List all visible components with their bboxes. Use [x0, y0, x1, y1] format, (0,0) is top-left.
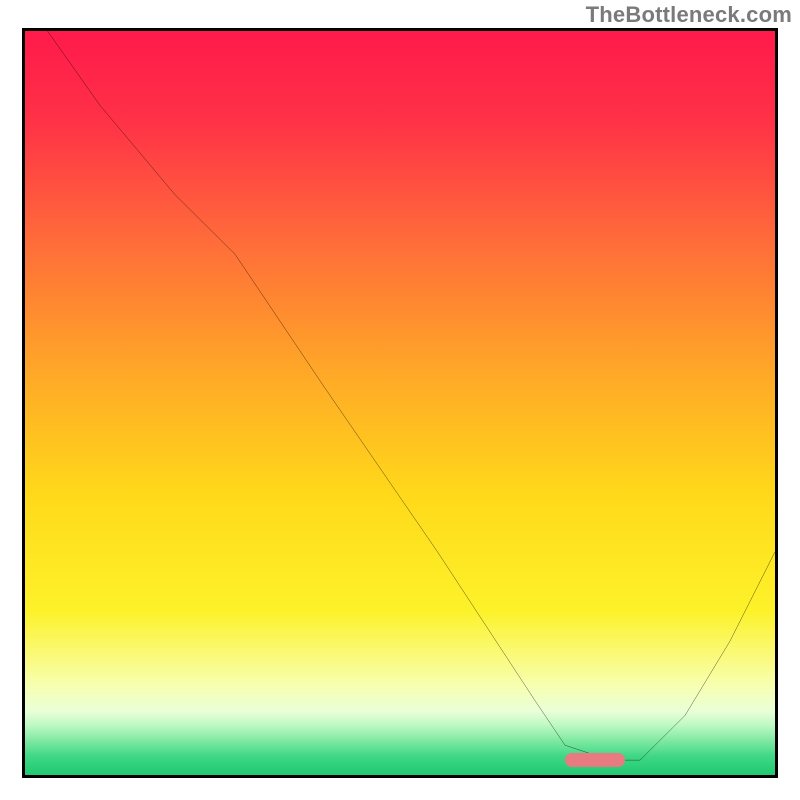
watermark-text: TheBottleneck.com [586, 2, 792, 28]
bottleneck-curve [48, 31, 776, 760]
optimal-marker [565, 753, 625, 767]
plot-area [22, 28, 778, 778]
curve-layer [25, 31, 775, 775]
chart-container: TheBottleneck.com [0, 0, 800, 800]
